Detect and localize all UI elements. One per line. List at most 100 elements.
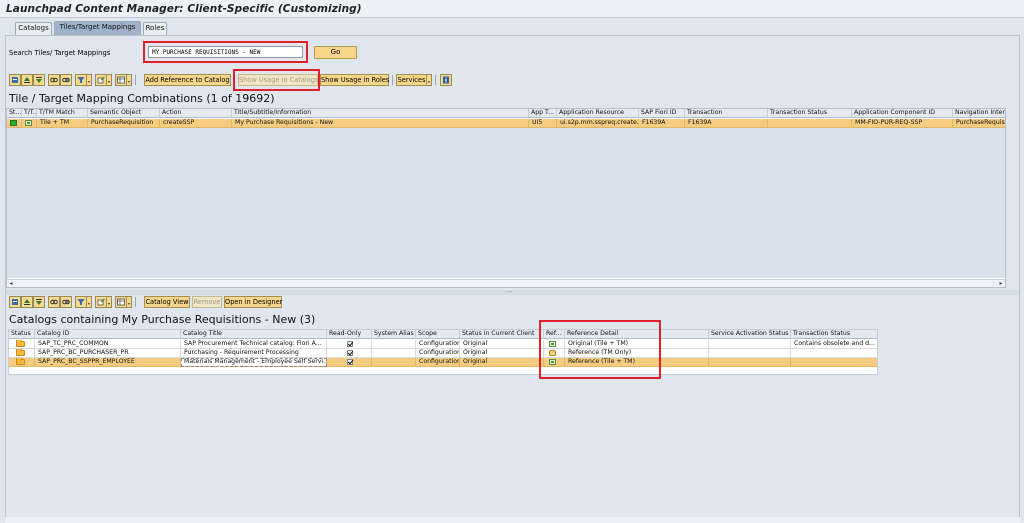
info-icon[interactable] [440, 74, 452, 86]
column-header[interactable]: Semantic Object [88, 109, 160, 118]
remove-button[interactable]: Remove [192, 296, 222, 308]
details-icon[interactable] [9, 296, 21, 308]
find-icon[interactable] [48, 296, 60, 308]
sort-ascending-icon[interactable] [21, 296, 33, 308]
services-button[interactable]: Services [396, 74, 427, 86]
scroll-right-icon[interactable]: ▸ [997, 280, 1005, 287]
column-header[interactable]: Service Activation Status [709, 330, 791, 339]
toolbar-separator [234, 75, 235, 85]
column-header[interactable]: Scope [416, 330, 460, 339]
column-header[interactable]: St... [7, 109, 22, 118]
column-header[interactable]: Transaction Status [791, 330, 877, 339]
horizontal-scrollbar[interactable]: ◂ ▸ [7, 279, 1005, 287]
column-header[interactable]: System Alias [372, 330, 416, 339]
export-dropdown[interactable] [107, 74, 112, 86]
cell-app-resource: ui.s2p.mm.sspreq.create... [557, 119, 639, 128]
toolbar-separator [135, 297, 136, 307]
grip-icon[interactable]: ···· [506, 290, 512, 295]
layout-icon[interactable] [115, 296, 127, 308]
toolbar-separator [135, 75, 136, 85]
layout-dropdown[interactable] [127, 296, 132, 308]
filter-dropdown[interactable] [87, 296, 92, 308]
cell-transaction-status [791, 358, 877, 367]
layout-dropdown[interactable] [127, 74, 132, 86]
table-row[interactable]: SAP_PRC_BC_PURCHASER_PR Purchasing - Req… [9, 349, 877, 358]
tab-roles[interactable]: Roles [143, 22, 167, 35]
column-header[interactable]: App T... [529, 109, 557, 118]
find-icon[interactable] [48, 74, 60, 86]
catalogs-grid: Status Catalog ID Catalog Title Read-Onl… [8, 329, 878, 375]
column-header[interactable]: T/TM Match [37, 109, 88, 118]
sort-descending-icon[interactable] [33, 74, 45, 86]
column-header[interactable]: Status [9, 330, 35, 339]
cell-transaction-status [791, 349, 877, 358]
services-dropdown[interactable] [427, 74, 432, 86]
cell-title: My Purchase Requisitions - New [232, 119, 529, 128]
sort-descending-icon[interactable] [33, 296, 45, 308]
column-header[interactable]: Read-Only [327, 330, 372, 339]
scroll-left-icon[interactable]: ◂ [7, 280, 15, 287]
add-reference-button[interactable]: Add Reference to Catalog [144, 74, 231, 86]
column-header[interactable]: Status in Current Client [460, 330, 544, 339]
table-row[interactable]: SAP_PRC_BC_SSPPR_EMPLOYEE Materials Mana… [9, 358, 877, 367]
details-icon[interactable] [9, 74, 21, 86]
column-header[interactable]: Ref... [544, 330, 565, 339]
status-green-icon [10, 120, 17, 126]
read-only-checkbox[interactable] [347, 350, 353, 356]
show-usage-catalogs-button[interactable]: Show Usage in Catalogs [238, 74, 318, 86]
column-header[interactable]: Title/Subtitle/Information [232, 109, 529, 118]
find-next-icon[interactable] [60, 296, 72, 308]
table-row[interactable]: Tile + TM PurchaseRequisition createSSP … [7, 119, 1005, 128]
cell-scope: Configuration [416, 358, 460, 367]
column-header[interactable]: Reference Detail [565, 330, 709, 339]
read-only-checkbox[interactable] [347, 359, 353, 365]
column-header[interactable]: Application Resource [557, 109, 639, 118]
open-designer-button[interactable]: Open in Designer [224, 296, 282, 308]
cell-catalog-id: SAP_PRC_BC_SSPPR_EMPLOYEE [35, 358, 181, 367]
cell-semantic-object: PurchaseRequisition [88, 119, 160, 128]
column-header[interactable]: T/T... [22, 109, 37, 118]
column-header[interactable]: SAP Fiori ID [639, 109, 685, 118]
cell-app-type: UI5 [529, 119, 557, 128]
search-input[interactable] [148, 46, 303, 58]
toolbar-separator [435, 75, 436, 85]
find-next-icon[interactable] [60, 74, 72, 86]
read-only-checkbox[interactable] [347, 341, 353, 347]
layout-icon[interactable] [115, 74, 127, 86]
column-header[interactable]: Catalog Title [181, 330, 327, 339]
column-header[interactable]: Transaction Status [768, 109, 852, 118]
cell-catalog-title: Purchasing - Requirement Processing [181, 349, 327, 358]
cell-catalog-title: SAP Procurement Technical catalog: Fiori… [181, 340, 327, 349]
cell-action: createSSP [160, 119, 232, 128]
pane-splitter[interactable]: ···· [6, 290, 1019, 295]
cell-transaction: F1639A [685, 119, 768, 128]
column-header[interactable]: Catalog ID [35, 330, 181, 339]
tile-icon [549, 341, 556, 347]
title-bar: Launchpad Content Manager: Client-Specif… [0, 0, 1024, 18]
go-button[interactable]: Go [314, 46, 357, 59]
cell-nav-intent: PurchaseRequisit [953, 119, 1005, 128]
table-row[interactable]: SAP_TC_PRC_COMMON SAP Procurement Techni… [9, 340, 877, 349]
cell-status-client: Original [460, 340, 544, 349]
column-header[interactable]: Navigation Inten [953, 109, 1005, 118]
filter-icon[interactable] [75, 296, 87, 308]
tab-tiles-target-mappings[interactable]: Tiles/Target Mappings [54, 21, 141, 35]
column-header[interactable]: Transaction [685, 109, 768, 118]
sort-ascending-icon[interactable] [21, 74, 33, 86]
export-dropdown[interactable] [107, 296, 112, 308]
tile-mapping-title: Tile / Target Mapping Combinations (1 of… [9, 92, 275, 105]
cell-status-client: Original [460, 349, 544, 358]
cell-transaction-status: Contains obsolete and d... [791, 340, 877, 349]
export-icon[interactable] [95, 296, 107, 308]
filter-icon[interactable] [75, 74, 87, 86]
column-header[interactable]: Action [160, 109, 232, 118]
catalogs-title: Catalogs containing My Purchase Requisit… [9, 313, 316, 326]
cell-catalog-title: Materials Management - Employee Self Ser… [181, 358, 327, 367]
folder-icon [16, 349, 25, 356]
column-header[interactable]: Application Component ID [852, 109, 953, 118]
export-icon[interactable] [95, 74, 107, 86]
filter-dropdown[interactable] [87, 74, 92, 86]
show-usage-roles-button[interactable]: Show Usage in Roles [320, 74, 389, 86]
tab-catalogs[interactable]: Catalogs [15, 22, 52, 35]
catalog-view-button[interactable]: Catalog View [144, 296, 190, 308]
